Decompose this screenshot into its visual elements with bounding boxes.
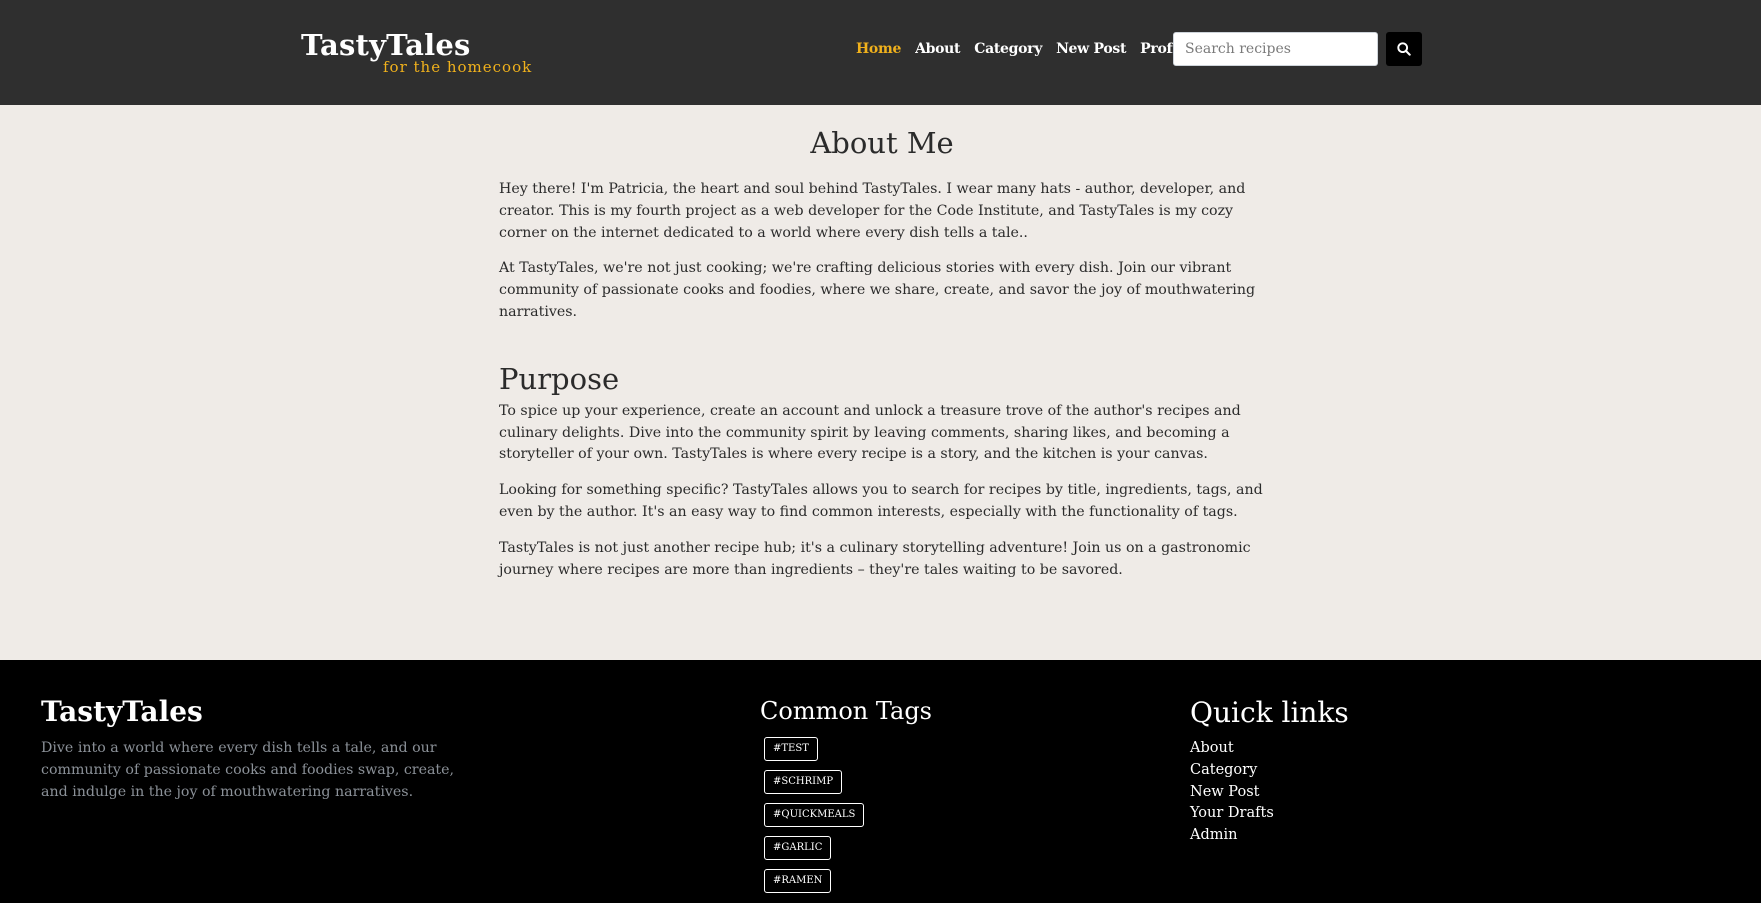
list-item: Category — [1190, 760, 1274, 782]
navbar: TastyTales for the homecook Home About C… — [0, 0, 1761, 105]
page-title: About Me — [810, 126, 954, 160]
site-footer: TastyTales Dive into a world where every… — [0, 660, 1761, 903]
tag-link[interactable]: #RAMEN — [764, 869, 832, 893]
quick-link-admin[interactable]: Admin — [1190, 825, 1274, 847]
tag-link[interactable]: #QUICKMEALS — [764, 803, 865, 827]
nav-home[interactable]: Home — [856, 41, 901, 57]
about-content: About Me Hey there! I'm Patricia, the he… — [499, 105, 1265, 581]
purpose-heading: Purpose — [499, 361, 620, 396]
quick-link-category[interactable]: Category — [1190, 760, 1274, 782]
search-input[interactable] — [1173, 32, 1378, 66]
list-item: About — [1190, 738, 1274, 760]
tag-link[interactable]: #TEST — [764, 737, 818, 761]
search-button[interactable] — [1386, 32, 1422, 66]
purpose-paragraph: To spice up your experience, create an a… — [499, 402, 1241, 463]
quick-link-new-post[interactable]: New Post — [1190, 782, 1274, 804]
common-tags-heading: Common Tags — [760, 697, 932, 725]
nav-about[interactable]: About — [915, 41, 960, 57]
list-item: Your Drafts — [1190, 803, 1274, 825]
intro-paragraph: At TastyTales, we're not just cooking; w… — [499, 260, 1256, 320]
main-nav: Home About Category New Post Profile — [856, 38, 1216, 60]
tag-link[interactable]: #GARLIC — [764, 836, 832, 860]
nav-category[interactable]: Category — [974, 41, 1042, 57]
brand-logo-link[interactable]: TastyTales for the homecook — [301, 27, 531, 76]
brand-tagline: for the homecook — [383, 58, 533, 76]
footer-description: Dive into a world where every dish tells… — [41, 740, 455, 800]
list-item: New Post — [1190, 782, 1274, 804]
quick-link-about[interactable]: About — [1190, 738, 1274, 760]
common-tags-list: #TEST #SCHRIMP #QUICKMEALS #GARLIC #RAME… — [764, 737, 865, 902]
nav-new-post[interactable]: New Post — [1056, 41, 1126, 57]
purpose-paragraph: Looking for something specific? TastyTal… — [499, 482, 1263, 520]
intro-paragraph: Hey there! I'm Patricia, the heart and s… — [499, 181, 1246, 241]
purpose-paragraph: TastyTales is not just another recipe hu… — [499, 539, 1251, 578]
search-icon — [1397, 42, 1411, 56]
footer-brand: TastyTales — [41, 695, 203, 728]
quick-link-your-drafts[interactable]: Your Drafts — [1190, 803, 1274, 825]
list-item: Admin — [1190, 825, 1274, 847]
tag-link[interactable]: #SCHRIMP — [764, 770, 843, 794]
quick-links-heading: Quick links — [1190, 696, 1349, 729]
quick-links-list: About Category New Post Your Drafts Admi… — [1190, 738, 1274, 847]
